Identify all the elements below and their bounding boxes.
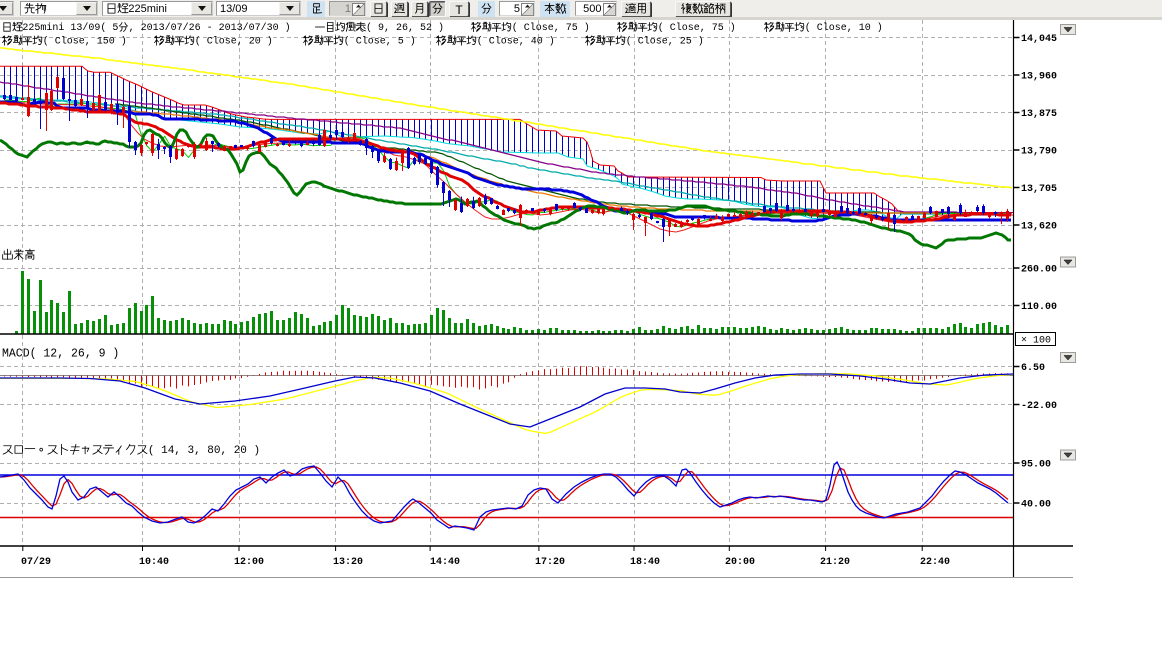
svg-text:18:40: 18:40 (630, 557, 660, 568)
svg-text:MACD( 12, 26, 9 ): MACD( 12, 26, 9 ) (2, 347, 119, 360)
svg-text:6.50: 6.50 (1021, 363, 1045, 374)
svg-text:( Close, 150 ): ( Close, 150 ) (43, 36, 127, 48)
svg-text:( Close, 10 ): ( Close, 10 ) (805, 22, 883, 34)
svg-text:14:40: 14:40 (430, 557, 460, 568)
svg-text:10:40: 10:40 (139, 557, 169, 568)
svg-text:21:20: 21:20 (820, 557, 850, 568)
svg-text:13,790: 13,790 (1021, 147, 1057, 158)
svg-text:( Close, 20 ): ( Close, 20 ) (195, 36, 273, 48)
svg-text:( Close, 75 ): ( Close, 75 ) (658, 22, 736, 34)
svg-text:225mini: 225mini (128, 3, 167, 15)
svg-text:20:00: 20:00 (725, 557, 755, 568)
svg-text:13/09: 13/09 (220, 3, 248, 15)
svg-text:( Close, 25 ): ( Close, 25 ) (626, 36, 704, 48)
svg-text:07/29: 07/29 (21, 556, 51, 568)
svg-text:17:20: 17:20 (535, 557, 565, 568)
svg-text:, 2013/07/26 - 2013/07/30 ): , 2013/07/26 - 2013/07/30 ) (129, 22, 291, 34)
svg-text:95.00: 95.00 (1021, 460, 1051, 471)
svg-text:13,960: 13,960 (1021, 72, 1057, 83)
svg-text:22:40: 22:40 (920, 557, 950, 568)
svg-text:14,045: 14,045 (1021, 34, 1057, 45)
svg-text:260.00: 260.00 (1021, 265, 1057, 276)
svg-text:12:00: 12:00 (234, 557, 264, 568)
svg-text:13,705: 13,705 (1021, 184, 1057, 195)
svg-text:40.00: 40.00 (1021, 500, 1051, 511)
svg-text:13:20: 13:20 (333, 557, 363, 568)
svg-text:225mini 13/09( 5: 225mini 13/09( 5 (22, 22, 118, 34)
svg-text:× 100: × 100 (1021, 336, 1051, 347)
svg-text:( Close, 75 ): ( Close, 75 ) (512, 22, 590, 34)
svg-text:( Close, 5 ): ( Close, 5 ) (344, 36, 416, 48)
svg-text:13,875: 13,875 (1021, 109, 1057, 120)
svg-text:( 9, 26, 52 ): ( 9, 26, 52 ) (366, 22, 444, 34)
svg-text:( 14, 3, 80, 20 ): ( 14, 3, 80, 20 ) (148, 445, 260, 457)
svg-text:13,620: 13,620 (1021, 222, 1057, 233)
svg-text:-22.00: -22.00 (1021, 401, 1057, 412)
svg-text:( Close, 40 ): ( Close, 40 ) (477, 36, 555, 48)
svg-text:110.00: 110.00 (1021, 302, 1057, 313)
